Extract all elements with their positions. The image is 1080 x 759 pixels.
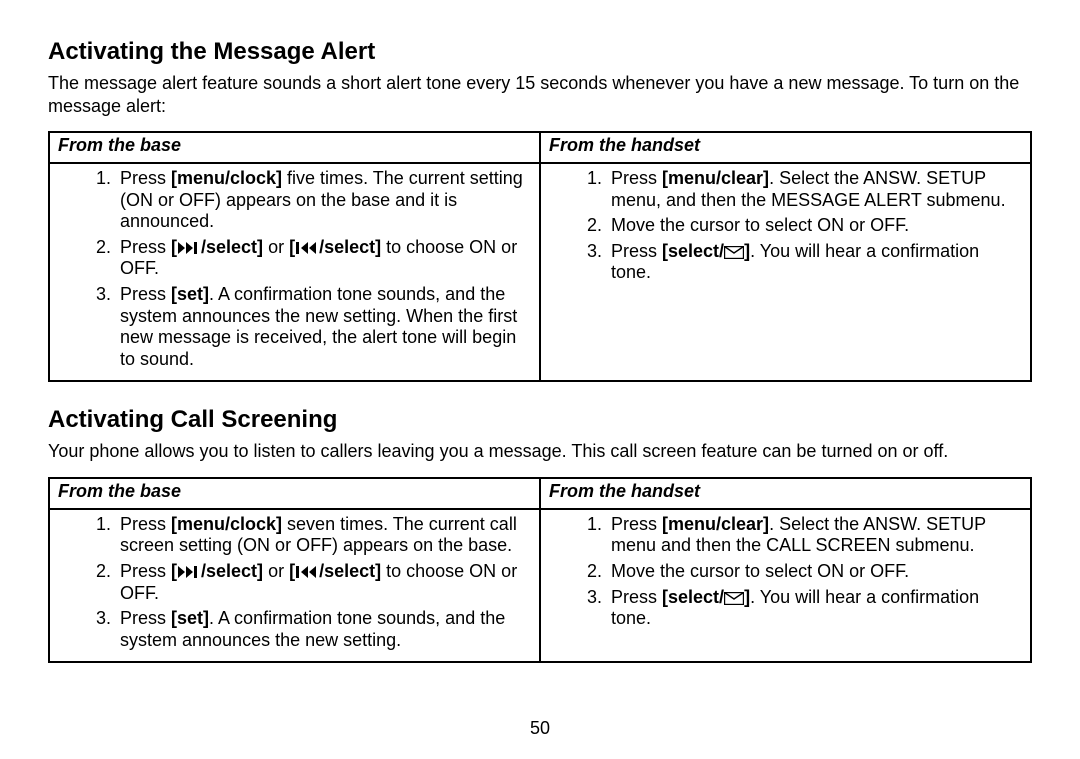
- list-item: Press [menu/clear]. Select the ANSW. SET…: [607, 168, 1022, 211]
- list-item: Press [menu/clock] five times. The curre…: [116, 168, 531, 233]
- list-item: Press [menu/clock] seven times. The curr…: [116, 514, 531, 557]
- skip-start-icon: [295, 241, 319, 255]
- manual-page: Activating the Message Alert The message…: [0, 0, 1080, 759]
- list-item: Press [set]. A confirmation tone sounds,…: [116, 284, 531, 370]
- col-header-handset: From the handset: [540, 132, 1031, 163]
- list-item: Press [menu/clear]. Select the ANSW. SET…: [607, 514, 1022, 557]
- section-heading-message-alert: Activating the Message Alert: [48, 38, 1032, 66]
- cell-handset-call-screening: Press [menu/clear]. Select the ANSW. SET…: [540, 509, 1031, 663]
- envelope-icon: [724, 246, 744, 259]
- page-number: 50: [0, 718, 1080, 739]
- list-item: Move the cursor to select ON or OFF.: [607, 561, 1022, 583]
- skip-end-icon: [177, 241, 201, 255]
- skip-end-icon: [177, 565, 201, 579]
- table-call-screening: From the base From the handset Press [me…: [48, 477, 1032, 664]
- cell-base-call-screening: Press [menu/clock] seven times. The curr…: [49, 509, 540, 663]
- list-item: Press [/select] or [/select] to choose O…: [116, 561, 531, 604]
- envelope-icon: [724, 592, 744, 605]
- list-item: Press [/select] or [/select] to choose O…: [116, 237, 531, 280]
- skip-start-icon: [295, 565, 319, 579]
- list-item: Press [set]. A confirmation tone sounds,…: [116, 608, 531, 651]
- section-heading-call-screening: Activating Call Screening: [48, 406, 1032, 434]
- list-item: Press [select/]. You will hear a confirm…: [607, 587, 1022, 630]
- table-message-alert: From the base From the handset Press [me…: [48, 131, 1032, 382]
- cell-handset-message-alert: Press [menu/clear]. Select the ANSW. SET…: [540, 163, 1031, 381]
- cell-base-message-alert: Press [menu/clock] five times. The curre…: [49, 163, 540, 381]
- list-item: Move the cursor to select ON or OFF.: [607, 215, 1022, 237]
- col-header-base: From the base: [49, 478, 540, 509]
- col-header-base: From the base: [49, 132, 540, 163]
- list-item: Press [select/]. You will hear a confirm…: [607, 241, 1022, 284]
- section-intro-call-screening: Your phone allows you to listen to calle…: [48, 440, 1032, 463]
- section-intro-message-alert: The message alert feature sounds a short…: [48, 72, 1032, 117]
- col-header-handset: From the handset: [540, 478, 1031, 509]
